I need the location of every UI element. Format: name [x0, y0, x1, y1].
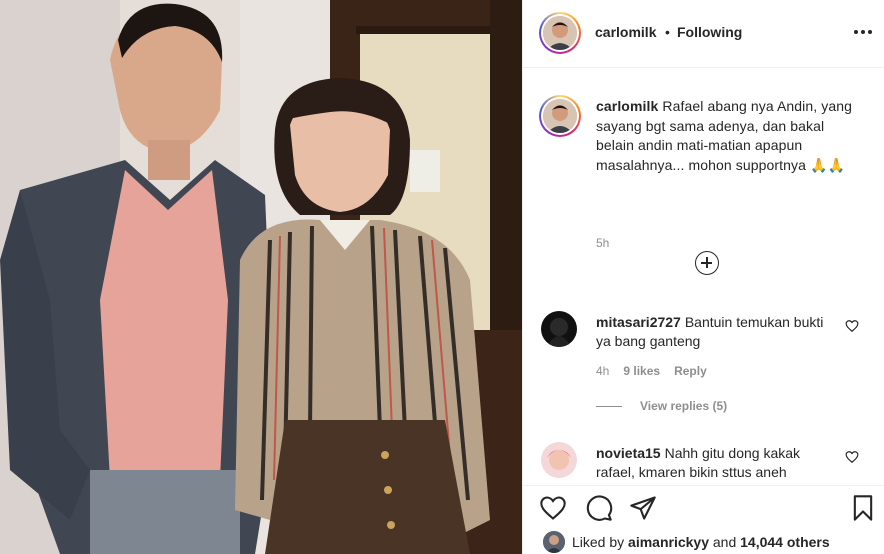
- comment-icon[interactable]: [585, 494, 613, 522]
- caption-text: carlomilk Rafael abang nya Andin, yang sa…: [596, 97, 858, 175]
- photo-illustration: [0, 0, 522, 554]
- comment-text: novieta15 Nahh gitu dong kakak rafael, km…: [596, 444, 834, 482]
- post-header: carlomilk • Following: [523, 0, 884, 68]
- liked-by-row: Liked by aimanrickyy and 14,044 others: [543, 531, 830, 553]
- liked-by-prefix: Liked by: [572, 534, 625, 550]
- caption-username[interactable]: carlomilk: [596, 98, 658, 114]
- comment-text: mitasari2727 Bantuin temukan bukti ya ban…: [596, 313, 834, 351]
- action-bar: [523, 485, 884, 529]
- separator-dot: •: [665, 24, 670, 40]
- reply-button[interactable]: Reply: [674, 364, 707, 378]
- author-avatar[interactable]: [539, 12, 581, 54]
- author-username[interactable]: carlomilk: [595, 24, 656, 40]
- liker-username[interactable]: aimanrickyy: [628, 534, 709, 550]
- commenter-avatar[interactable]: [541, 311, 577, 347]
- view-replies-line: [596, 405, 622, 407]
- more-horizontal-icon[interactable]: [853, 22, 873, 42]
- liker-avatar[interactable]: [543, 531, 565, 553]
- commenter-avatar-image: [541, 442, 577, 478]
- comment-like-heart-icon[interactable]: [845, 319, 859, 333]
- caption-timestamp[interactable]: 5h: [596, 236, 609, 250]
- caption-avatar[interactable]: [539, 95, 581, 137]
- caption-avatar-image: [543, 99, 577, 133]
- view-replies-label: View replies (5): [640, 399, 728, 413]
- commenter-avatar[interactable]: [541, 442, 577, 478]
- comment-username[interactable]: mitasari2727: [596, 314, 681, 330]
- following-button[interactable]: Following: [677, 24, 742, 40]
- comments-list[interactable]: carlomilk Rafael abang nya Andin, yang sa…: [523, 69, 884, 485]
- commenter-avatar-image: [541, 311, 577, 347]
- paper-plane-icon[interactable]: [629, 494, 657, 522]
- comment-username[interactable]: novieta15: [596, 445, 661, 461]
- bookmark-icon[interactable]: [849, 494, 877, 522]
- post-sidebar: carlomilk • Following carlomilk Rafael ab…: [522, 0, 884, 554]
- view-replies-button[interactable]: View replies (5): [596, 399, 727, 413]
- liked-by-and: and: [712, 534, 737, 550]
- comment-likes[interactable]: 9 likes: [623, 364, 660, 378]
- comment-meta: 4h 9 likes Reply: [596, 364, 707, 378]
- liked-by-others[interactable]: 14,044 others: [740, 534, 830, 550]
- post-photo[interactable]: [0, 0, 522, 554]
- comment-time[interactable]: 4h: [596, 364, 609, 378]
- plus-circle-icon[interactable]: [695, 251, 719, 275]
- author-avatar-image: [543, 16, 577, 50]
- heart-icon[interactable]: [539, 494, 567, 522]
- comment-like-heart-icon[interactable]: [845, 450, 859, 464]
- liker-avatar-image: [543, 531, 565, 553]
